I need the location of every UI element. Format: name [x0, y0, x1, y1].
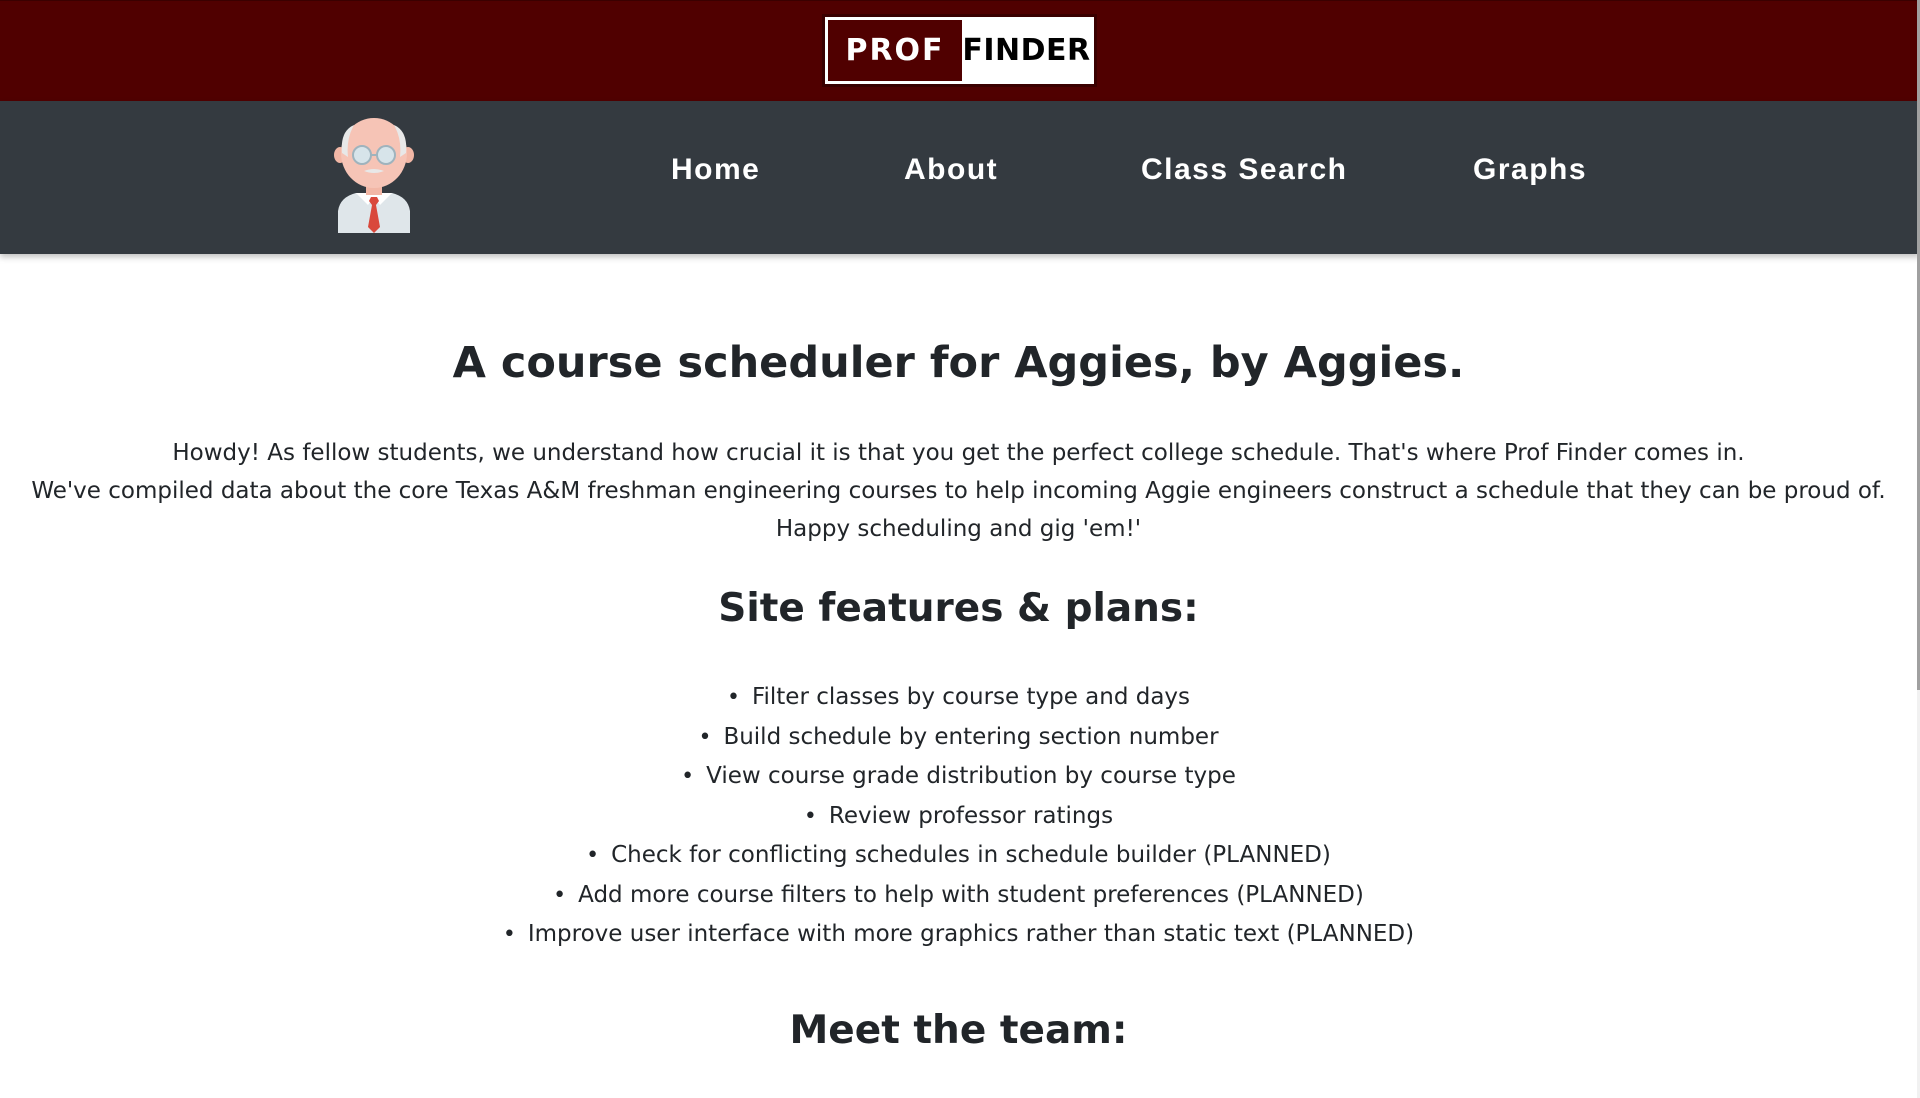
feature-item: Add more course filters to help with stu…	[0, 876, 1917, 916]
feature-item: Review professor ratings	[0, 797, 1917, 837]
nav-home[interactable]: Home	[671, 153, 760, 187]
top-banner: PROF FINDER	[0, 0, 1920, 102]
feature-item: Build schedule by entering section numbe…	[0, 718, 1917, 758]
intro-text: Howdy! As fellow students, we understand…	[0, 434, 1917, 548]
nav-graphs[interactable]: Graphs	[1473, 153, 1587, 187]
navbar: Home About Class Search Graphs	[0, 101, 1920, 254]
feature-item: Improve user interface with more graphic…	[0, 915, 1917, 955]
feature-item: Check for conflicting schedules in sched…	[0, 836, 1917, 876]
intro-line: Happy scheduling and gig 'em!'	[775, 516, 1142, 542]
logo-finder-text: FINDER	[962, 20, 1091, 81]
feature-item: View course grade distribution by course…	[0, 757, 1917, 797]
features-list: Filter classes by course type and days B…	[0, 678, 1917, 955]
team-heading: Meet the team:	[789, 1008, 1128, 1053]
intro-line: We've compiled data about the core Texas…	[31, 478, 1886, 504]
page-headline: A course scheduler for Aggies, by Aggies…	[452, 338, 1465, 388]
feature-item: Filter classes by course type and days	[0, 678, 1917, 718]
logo-prof-text: PROF	[828, 20, 962, 81]
features-heading: Site features & plans:	[718, 586, 1199, 631]
page: PROF FINDER Home About Class Search Grap…	[0, 0, 1920, 1098]
nav-about[interactable]: About	[904, 153, 998, 187]
prof-finder-logo[interactable]: PROF FINDER	[822, 14, 1097, 87]
professor-avatar-icon[interactable]	[334, 117, 414, 233]
intro-line: Howdy! As fellow students, we understand…	[172, 440, 1745, 466]
nav-class-search[interactable]: Class Search	[1141, 153, 1347, 187]
